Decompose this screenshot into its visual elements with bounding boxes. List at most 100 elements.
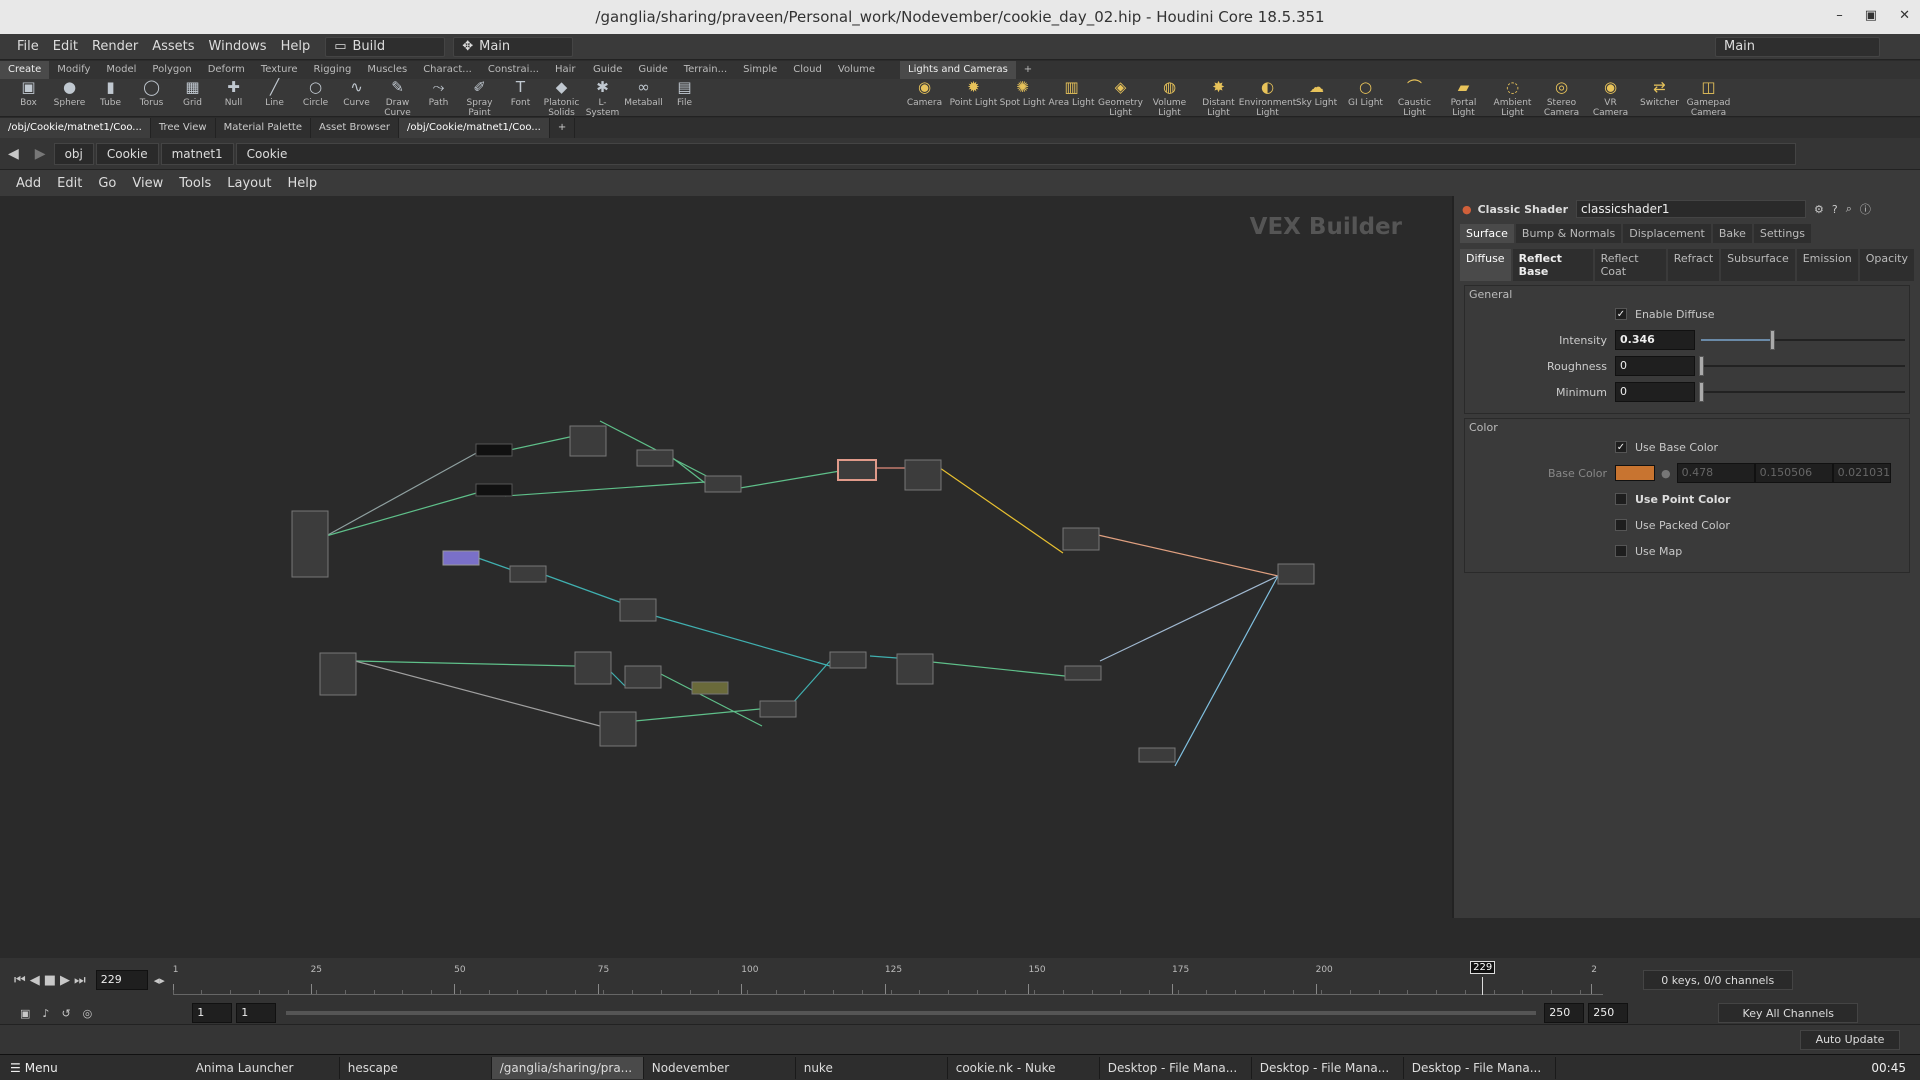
base-color-b[interactable]: 0.021031 [1832, 463, 1891, 483]
shelf-tab-13[interactable]: Terrain... [676, 61, 735, 79]
shelf-tab-9[interactable]: Constrai... [480, 61, 547, 79]
tool-null[interactable]: ✚ Null [213, 78, 254, 118]
tool-camera[interactable]: ◉ Camera [900, 78, 949, 118]
node-null[interactable] [691, 681, 729, 695]
node-name-field[interactable]: classicshader1 [1576, 200, 1807, 218]
gear-icon[interactable]: ⚙ [1814, 203, 1824, 216]
tab-bump[interactable]: Bump & Normals [1515, 224, 1622, 243]
tool-spray-paint[interactable]: ✐ Spray Paint [459, 78, 500, 118]
frame-marker[interactable]: 229 [1470, 961, 1496, 974]
use-packed-color-checkbox[interactable] [1615, 519, 1627, 531]
auto-update-button[interactable]: Auto Update [1800, 1029, 1900, 1050]
tool-gi-light[interactable]: ○ GI Light [1341, 78, 1390, 118]
subtab-refract[interactable]: Refract [1667, 249, 1720, 281]
enable-diffuse-checkbox[interactable]: ✓ [1615, 308, 1627, 320]
slider-handle[interactable] [1699, 356, 1704, 376]
netmenu-view[interactable]: View [124, 176, 171, 191]
task-item[interactable]: cookie.nk - Nuke [948, 1056, 1100, 1079]
subtab-subsurface[interactable]: Subsurface [1721, 249, 1795, 281]
shelf-tab-7[interactable]: Muscles [359, 61, 415, 79]
shelf-tab-16[interactable]: Volume [830, 61, 883, 79]
tool-platonic[interactable]: ◆ Platonic Solids [541, 78, 582, 118]
tool-grid[interactable]: ▦ Grid [172, 78, 213, 118]
node-graph[interactable] [0, 196, 1452, 918]
shelf-tab-8[interactable]: Charact... [415, 61, 480, 79]
node-aanoise[interactable] [509, 565, 547, 583]
tool-stereo-camera[interactable]: ◎ Stereo Camera [1537, 78, 1586, 118]
play-icon[interactable]: ▶ [60, 973, 70, 988]
subtab-opacity[interactable]: Opacity [1859, 249, 1914, 281]
pane-tab-assets[interactable]: Asset Browser [311, 118, 400, 138]
scope-icon[interactable]: ▣ [20, 1007, 30, 1020]
crumb-matnet[interactable]: matnet1 [160, 142, 234, 165]
crumb-obj[interactable]: obj [53, 142, 94, 165]
node-displacenml[interactable] [896, 653, 934, 685]
tool-torus[interactable]: ◯ Torus [131, 78, 172, 118]
base-color-swatch[interactable] [1615, 465, 1655, 481]
tool-portal-light[interactable]: ▰ Portal Light [1439, 78, 1488, 118]
tool-circle[interactable]: ○ Circle [295, 78, 336, 118]
range-end-field[interactable]: 250 [1544, 1003, 1585, 1023]
tool-line[interactable]: ╱ Line [254, 78, 295, 118]
menu-windows[interactable]: Windows [202, 39, 274, 54]
subtab-reflect-coat[interactable]: Reflect Coat [1594, 249, 1666, 281]
base-color-r[interactable]: 0.478 [1676, 463, 1755, 483]
shelf-tab-6[interactable]: Rigging [305, 61, 359, 79]
shelf-tab-12[interactable]: Guide B... [630, 61, 675, 93]
node-turbnoise2[interactable] [574, 651, 612, 685]
tool-tube[interactable]: ▮ Tube [90, 78, 131, 118]
task-item[interactable]: Desktop - File Mana... [1100, 1056, 1252, 1079]
jump-start-icon[interactable]: ⏮ [14, 973, 26, 988]
tool-metaball[interactable]: ∞ Metaball [623, 78, 664, 118]
key-all-channels-button[interactable]: Key All Channels [1718, 1003, 1859, 1023]
step-arrows-icon[interactable]: ◂▸ [154, 974, 165, 987]
tool-distant-light[interactable]: ✸ Distant Light [1194, 78, 1243, 118]
back-arrow-icon[interactable]: ◀ [0, 146, 27, 162]
slider-handle[interactable] [1769, 330, 1775, 350]
netmenu-help[interactable]: Help [279, 176, 325, 191]
node-surface-globals[interactable] [291, 510, 329, 578]
crumb-cookie-shader[interactable]: Cookie [235, 142, 1796, 165]
netmenu-add[interactable]: Add [8, 176, 49, 191]
forward-arrow-icon[interactable]: ▶ [27, 146, 54, 162]
roughness-field[interactable]: 0 [1615, 356, 1695, 376]
range-end2-field[interactable]: 250 [1588, 1003, 1629, 1023]
crumb-cookie[interactable]: Cookie [95, 142, 159, 165]
shelf-tab-0[interactable]: Create [0, 61, 50, 79]
use-map-checkbox[interactable] [1615, 545, 1627, 557]
netmenu-edit[interactable]: Edit [49, 176, 90, 191]
tool-curve[interactable]: ∿ Curve [336, 78, 377, 118]
tool-gamepad-camera[interactable]: ◫ Gamepad Camera [1684, 78, 1733, 118]
color-picker-icon[interactable]: ● [1661, 467, 1671, 480]
node-multiply[interactable] [829, 651, 867, 669]
node-displacement-globals[interactable] [319, 652, 357, 696]
menu-edit[interactable]: Edit [46, 39, 85, 54]
netmenu-go[interactable]: Go [90, 176, 124, 191]
shelf-tab-lights[interactable]: Lights and Cameras [900, 61, 1016, 79]
shelf-tab-3[interactable]: Polygon [144, 61, 199, 79]
current-frame-field[interactable]: 229 [95, 970, 148, 990]
node-ramp[interactable] [636, 449, 674, 467]
intensity-slider[interactable] [1701, 330, 1905, 350]
node-displacement-output[interactable] [1064, 665, 1102, 681]
maximize-icon[interactable]: ▣ [1865, 8, 1877, 23]
shelf-tab-14[interactable]: Simple FX [735, 61, 785, 93]
tab-settings[interactable]: Settings [1753, 224, 1812, 243]
node-add[interactable] [624, 665, 662, 689]
node-classicshader[interactable] [837, 459, 877, 481]
audio-icon[interactable]: ♪ [42, 1007, 49, 1020]
tool-environment-light[interactable]: ◐ Environment Light [1239, 78, 1296, 118]
tool-font[interactable]: T Font [500, 78, 541, 118]
network-editor[interactable]: VEX Builder [0, 196, 1452, 918]
node-parameter[interactable] [442, 550, 480, 566]
shelf-tab-1[interactable]: Modify [49, 61, 98, 79]
tool-point-light[interactable]: ✹ Point Light [949, 78, 998, 118]
tool-caustic-light[interactable]: ⌒ Caustic Light [1390, 78, 1439, 118]
base-color-g[interactable]: 0.150506 [1754, 463, 1833, 483]
context-select[interactable]: ✥ Main [453, 36, 574, 57]
shelf-tab-10[interactable]: Hair Utils [547, 61, 585, 93]
roughness-slider[interactable] [1699, 356, 1905, 376]
tool-vr-camera[interactable]: ◉ VR Camera [1586, 78, 1635, 118]
range-start-field[interactable]: 1 [192, 1003, 233, 1023]
node-turbnoise3[interactable] [599, 711, 637, 747]
